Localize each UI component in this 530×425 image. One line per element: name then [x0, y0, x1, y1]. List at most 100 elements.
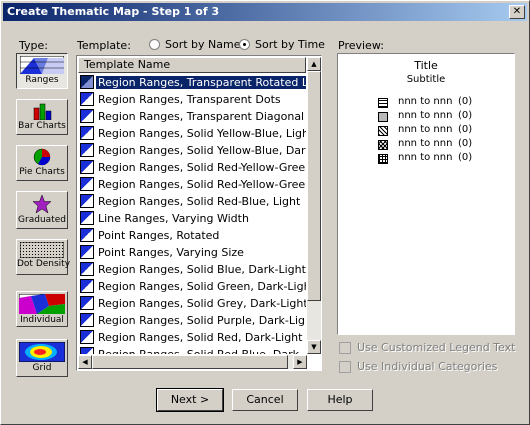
region-ranges-template-icon [80, 262, 94, 276]
legend-range: nnn to nnn [398, 152, 453, 163]
template-row-label: Region Ranges, Transparent Dots [98, 93, 281, 106]
preview-title: Title [414, 59, 438, 72]
individual-value-icon [19, 294, 65, 314]
template-row-label: Region Ranges, Solid Purple, Dark-Light [98, 314, 306, 327]
region-ranges-template-icon [80, 109, 94, 123]
ranges-icon [20, 56, 64, 74]
template-row[interactable]: Region Ranges, Solid Purple, Dark-Light [78, 312, 306, 329]
sort-by-time-label[interactable]: Sort by Time [255, 38, 325, 51]
region-ranges-template-icon [80, 194, 94, 208]
template-row[interactable]: Point Ranges, Varying Size [78, 244, 306, 261]
custom-legend-label[interactable]: Use Customized Legend Text [357, 341, 515, 354]
template-row[interactable]: Region Ranges, Solid Red-Yellow-Green, D… [78, 176, 306, 193]
type-grid-button[interactable]: Grid [16, 339, 68, 377]
template-row-label: Region Ranges, Solid Red-Blue, Light [98, 195, 301, 208]
close-icon: ✕ [512, 6, 522, 17]
template-row-label: Region Ranges, Solid Red-Yellow-Green, L… [98, 161, 306, 174]
type-pie-charts-label: Pie Charts [19, 167, 65, 177]
close-button[interactable]: ✕ [509, 5, 525, 19]
type-graduated-button[interactable]: Graduated [16, 191, 68, 229]
type-individual-button[interactable]: Individual [16, 291, 68, 327]
region-ranges-template-icon [80, 126, 94, 140]
individual-categories-label[interactable]: Use Individual Categories [357, 360, 497, 373]
type-pie-charts-button[interactable]: Pie Charts [16, 145, 68, 181]
next-button[interactable]: Next > [156, 388, 224, 412]
template-row[interactable]: Region Ranges, Solid Red-Yellow-Green, L… [78, 159, 306, 176]
template-row[interactable]: Region Ranges, Transparent Rotated Lines [78, 74, 306, 91]
region-ranges-template-icon [80, 228, 94, 242]
template-row-label: Region Ranges, Transparent Rotated Lines [96, 76, 306, 89]
cancel-button[interactable]: Cancel [232, 389, 298, 411]
legend-count: (0) [458, 138, 473, 149]
template-row[interactable]: Point Ranges, Rotated [78, 227, 306, 244]
bar-chart-icon [33, 103, 52, 120]
legend-range: nnn to nnn [398, 96, 453, 107]
region-ranges-template-icon [80, 279, 94, 293]
type-ranges-button[interactable]: Ranges [16, 53, 68, 89]
template-row-label: Point Ranges, Varying Size [98, 246, 244, 259]
template-row[interactable]: Region Ranges, Solid Red-Blue, Light [78, 193, 306, 210]
type-individual-label: Individual [20, 315, 64, 325]
region-ranges-template-icon [80, 330, 94, 344]
template-row[interactable]: Line Ranges, Varying Width [78, 210, 306, 227]
custom-legend-checkbox[interactable] [339, 342, 351, 354]
template-row[interactable]: Region Ranges, Solid Blue, Dark-Light [78, 261, 306, 278]
region-ranges-template-icon [80, 211, 94, 225]
scroll-up-button[interactable]: ▲ [307, 57, 321, 71]
preview-panel: Title Subtitle nnn to nnn (0) nnn to nnn (0… [337, 53, 515, 335]
horizontal-scroll-thumb[interactable] [92, 355, 288, 369]
help-button[interactable]: Help [307, 389, 373, 411]
vertical-scroll-thumb[interactable] [307, 71, 321, 301]
legend-count: (0) [458, 110, 473, 121]
template-row-label: Region Ranges, Transparent Diagonal Line… [98, 110, 306, 123]
template-row-label: Region Ranges, Solid Yellow-Blue, Dark [98, 144, 306, 157]
type-dot-density-button[interactable]: Dot Density [16, 239, 71, 275]
scroll-right-button[interactable]: ▶ [293, 355, 307, 369]
template-row[interactable]: Region Ranges, Solid Yellow-Blue, Dark [78, 142, 306, 159]
legend-count: (0) [458, 124, 473, 135]
region-ranges-template-icon [80, 245, 94, 259]
template-row-label: Region Ranges, Solid Red-Blue, Dark [98, 348, 299, 354]
horizontal-scrollbar[interactable]: ◀ ▶ [78, 355, 307, 369]
legend-swatch [378, 126, 388, 136]
template-row-label: Region Ranges, Solid Red, Dark-Light [98, 331, 303, 344]
region-ranges-template-icon [80, 347, 94, 354]
type-ranges-label: Ranges [25, 75, 59, 85]
scroll-down-button[interactable]: ▼ [307, 340, 321, 354]
region-ranges-template-icon [80, 92, 94, 106]
dot-density-icon [20, 242, 64, 258]
template-name-column-header[interactable]: Template Name [78, 57, 306, 73]
region-ranges-template-icon [80, 143, 94, 157]
sort-by-name-label[interactable]: Sort by Name [165, 38, 241, 51]
template-row[interactable]: Region Ranges, Solid Green, Dark-Light [78, 278, 306, 295]
title-bar: Create Thematic Map - Step 1 of 3 ✕ [3, 3, 527, 21]
template-row-label: Region Ranges, Solid Blue, Dark-Light [98, 263, 306, 276]
template-row[interactable]: Region Ranges, Solid Yellow-Blue, Light [78, 125, 306, 142]
type-bar-charts-label: Bar Charts [18, 121, 66, 131]
template-row-label: Region Ranges, Solid Yellow-Blue, Light [98, 127, 306, 140]
type-bar-charts-button[interactable]: Bar Charts [16, 99, 68, 135]
graduated-symbol-icon [32, 194, 52, 214]
preview-label: Preview: [338, 39, 384, 52]
scroll-left-button[interactable]: ◀ [78, 355, 92, 369]
template-row[interactable]: Region Ranges, Transparent Dots [78, 91, 306, 108]
legend-swatch [378, 140, 388, 150]
template-row[interactable]: Region Ranges, Solid Red-Blue, Dark [78, 346, 306, 354]
template-row[interactable]: Region Ranges, Solid Grey, Dark-Light [78, 295, 306, 312]
template-row[interactable]: Region Ranges, Solid Red, Dark-Light [78, 329, 306, 346]
vertical-scrollbar[interactable]: ▲ ▼ [307, 57, 321, 354]
legend-range: nnn to nnn [398, 110, 453, 121]
sort-by-name-radio[interactable] [149, 39, 160, 50]
region-ranges-template-icon [80, 160, 94, 174]
template-row-label: Line Ranges, Varying Width [98, 212, 249, 225]
grid-icon [19, 342, 65, 362]
sort-by-time-radio[interactable] [239, 39, 250, 50]
legend-swatch [378, 154, 388, 164]
legend-range: nnn to nnn [398, 138, 453, 149]
individual-categories-checkbox[interactable] [339, 361, 351, 373]
template-list[interactable]: Template Name Region Ranges, Transparent… [76, 55, 322, 371]
region-ranges-template-icon [80, 177, 94, 191]
type-dot-density-label: Dot Density [17, 259, 71, 269]
template-row[interactable]: Region Ranges, Transparent Diagonal Line… [78, 108, 306, 125]
legend-range: nnn to nnn [398, 124, 453, 135]
